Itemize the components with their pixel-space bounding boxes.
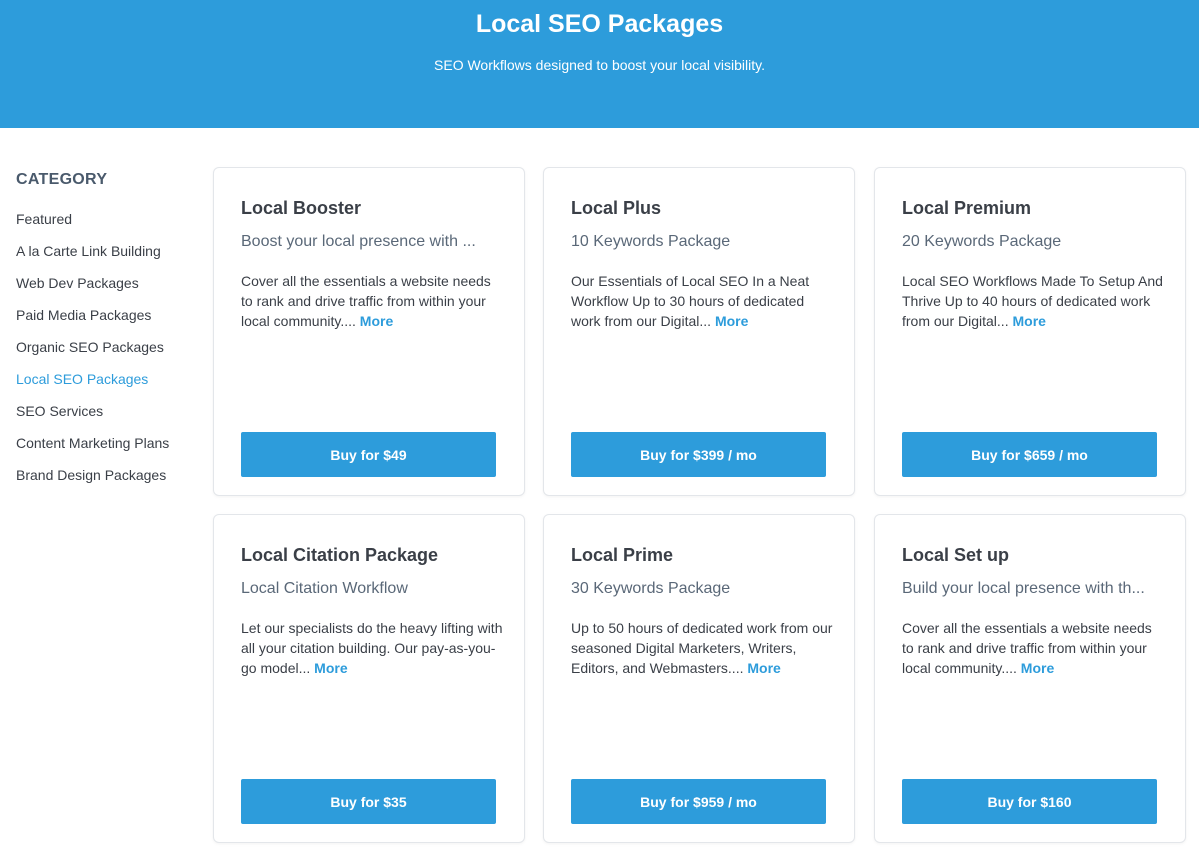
package-description: Cover all the essentials a website needs… (902, 618, 1164, 678)
sidebar-item-local-seo-packages[interactable]: Local SEO Packages (16, 371, 201, 403)
package-subtitle: Build your local presence with th... (902, 580, 1145, 597)
buy-button[interactable]: Buy for $399 / mo (571, 432, 826, 477)
package-subtitle: 10 Keywords Package (571, 233, 731, 250)
package-description: Cover all the essentials a website needs… (241, 271, 503, 331)
package-description: Our Essentials of Local SEO In a Neat Wo… (571, 271, 833, 331)
package-description-text: Our Essentials of Local SEO In a Neat Wo… (571, 273, 810, 329)
sidebar-item-organic-seo-packages[interactable]: Organic SEO Packages (16, 339, 201, 371)
package-title: Local Citation Package (241, 545, 439, 565)
category-list: Featured A la Carte Link Building Web De… (16, 211, 201, 499)
package-card-local-prime: Local Prime 30 Keywords Package Up to 50… (543, 514, 855, 843)
package-subtitle: 30 Keywords Package (571, 580, 731, 597)
package-description-text: Let our specialists do the heavy lifting… (241, 620, 503, 676)
package-card-local-plus: Local Plus 10 Keywords Package Our Essen… (543, 167, 855, 496)
more-link[interactable]: More (314, 660, 347, 676)
sidebar-item-content-marketing-plans[interactable]: Content Marketing Plans (16, 435, 201, 467)
package-subtitle: Local Citation Workflow (241, 580, 408, 597)
buy-button[interactable]: Buy for $959 / mo (571, 779, 826, 824)
package-subtitle: 20 Keywords Package (902, 233, 1062, 250)
package-card-local-set-up: Local Set up Build your local presence w… (874, 514, 1186, 843)
buy-button[interactable]: Buy for $35 (241, 779, 496, 824)
package-description: Up to 50 hours of dedicated work from ou… (571, 618, 833, 678)
category-heading: CATEGORY (16, 171, 108, 188)
package-title: Local Premium (902, 198, 1032, 218)
package-title: Local Set up (902, 545, 1010, 565)
more-link[interactable]: More (747, 660, 780, 676)
package-title: Local Plus (571, 198, 662, 218)
package-title: Local Booster (241, 198, 362, 218)
buy-button[interactable]: Buy for $160 (902, 779, 1157, 824)
sidebar-item-brand-design-packages[interactable]: Brand Design Packages (16, 467, 201, 499)
sidebar-item-seo-services[interactable]: SEO Services (16, 403, 201, 435)
buy-button[interactable]: Buy for $49 (241, 432, 496, 477)
package-card-local-booster: Local Booster Boost your local presence … (213, 167, 525, 496)
package-subtitle: Boost your local presence with ... (241, 233, 476, 250)
sidebar-item-a-la-carte-link-building[interactable]: A la Carte Link Building (16, 243, 201, 275)
sidebar-item-web-dev-packages[interactable]: Web Dev Packages (16, 275, 201, 307)
package-card-local-citation-package: Local Citation Package Local Citation Wo… (213, 514, 525, 843)
package-card-local-premium: Local Premium 20 Keywords Package Local … (874, 167, 1186, 496)
more-link[interactable]: More (715, 313, 748, 329)
sidebar-item-featured[interactable]: Featured (16, 211, 201, 243)
hero-banner: Local SEO Packages SEO Workflows designe… (0, 0, 1199, 128)
package-description-text: Up to 50 hours of dedicated work from ou… (571, 620, 833, 676)
package-description: Local SEO Workflows Made To Setup And Th… (902, 271, 1164, 331)
package-grid: Local Booster Boost your local presence … (213, 167, 1187, 847)
package-title: Local Prime (571, 545, 674, 565)
more-link[interactable]: More (360, 313, 393, 329)
page-subtitle: SEO Workflows designed to boost your loc… (434, 57, 765, 73)
more-link[interactable]: More (1021, 660, 1054, 676)
more-link[interactable]: More (1012, 313, 1045, 329)
category-sidebar: CATEGORY Featured A la Carte Link Buildi… (16, 171, 201, 499)
page-title: Local SEO Packages (475, 10, 724, 38)
sidebar-item-paid-media-packages[interactable]: Paid Media Packages (16, 307, 201, 339)
package-description: Let our specialists do the heavy lifting… (241, 618, 503, 678)
buy-button[interactable]: Buy for $659 / mo (902, 432, 1157, 477)
